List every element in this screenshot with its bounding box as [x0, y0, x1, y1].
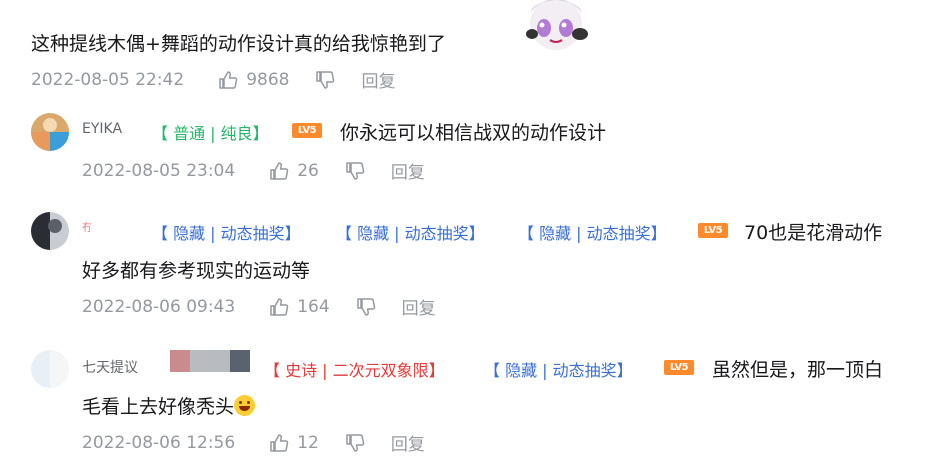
level-badge: LV5 [664, 360, 694, 375]
reply-text-line2: 毛看上去好像秃头 [82, 392, 256, 419]
reply-button[interactable]: 回复 [391, 158, 425, 183]
comment-time: 2022-08-05 22:42 [31, 69, 185, 90]
thumbs-up-icon [270, 297, 289, 316]
comment-meta: 2022-08-05 22:42 9868 回复 [31, 67, 395, 93]
avatar[interactable] [31, 113, 69, 151]
reply-time: 2022-08-05 23:04 [82, 160, 236, 181]
thumbs-down-icon [346, 433, 365, 452]
dislike-button[interactable] [345, 433, 365, 453]
reply-text: 你永远可以相信战双的动作设计 [340, 122, 607, 144]
thumbs-down-icon [316, 70, 335, 89]
avatar[interactable] [31, 350, 69, 388]
avatar[interactable] [31, 212, 69, 250]
laughing-emoji-icon [234, 395, 256, 416]
reply-text-line2: 好多都有参考现实的运动等 [82, 260, 311, 282]
thumbs-down-icon [346, 161, 365, 180]
dislike-button[interactable] [315, 70, 335, 90]
like-button[interactable]: 12 [269, 433, 319, 453]
reply-button[interactable]: 回复 [402, 294, 436, 319]
fan-tag: 【 隐藏 | 动态抽奖】 [152, 224, 301, 243]
username[interactable]: EYIKA [82, 121, 122, 137]
like-count: 9868 [246, 69, 290, 90]
fan-tag: 【 隐藏 | 动态抽奖】 [484, 361, 633, 380]
like-button[interactable]: 26 [269, 161, 319, 181]
reply-text-line1: 虽然但是，那一顶白 [712, 359, 884, 381]
level-badge: LV5 [698, 223, 728, 238]
fan-tag: 【 隐藏 | 动态抽奖】 [518, 224, 667, 243]
comment-text: 这种提线木偶+舞蹈的动作设计真的给我惊艳到了 [31, 33, 446, 55]
fan-tag: 【 普通 | 纯良】 [152, 124, 269, 143]
like-count: 164 [297, 296, 330, 317]
reply-button[interactable]: 回复 [391, 430, 425, 455]
username[interactable]: 冇 [82, 219, 92, 234]
sticker-image [520, 0, 592, 56]
thumbs-up-icon [270, 433, 289, 452]
like-count: 26 [297, 160, 319, 181]
reply-time: 2022-08-06 09:43 [82, 296, 236, 317]
thumbs-down-icon [356, 297, 375, 316]
reply-button[interactable]: 回复 [361, 67, 395, 92]
reply-meta: 2022-08-06 12:56 12 回复 [82, 430, 425, 456]
reply-meta: 2022-08-05 23:04 26 回复 [82, 158, 425, 184]
thumbs-up-icon [219, 70, 238, 89]
dislike-button[interactable] [356, 297, 376, 317]
like-count: 12 [297, 432, 319, 453]
thumbs-up-icon [270, 161, 289, 180]
dislike-button[interactable] [345, 161, 365, 181]
like-button[interactable]: 9868 [218, 70, 289, 90]
reply-meta: 2022-08-06 09:43 164 回复 [82, 294, 436, 320]
blurred-medal [170, 350, 250, 372]
reply-time: 2022-08-06 12:56 [82, 432, 236, 453]
like-button[interactable]: 164 [269, 296, 330, 317]
username[interactable]: 七天提议 [82, 357, 138, 377]
fan-tag: 【 史诗 | 二次元双象限】 [264, 361, 445, 380]
fan-tag: 【 隐藏 | 动态抽奖】 [336, 224, 485, 243]
reply-text-line1: 70也是花滑动作 [744, 222, 883, 244]
level-badge: LV5 [292, 123, 322, 138]
reply-text: 毛看上去好像秃头 [82, 396, 235, 418]
